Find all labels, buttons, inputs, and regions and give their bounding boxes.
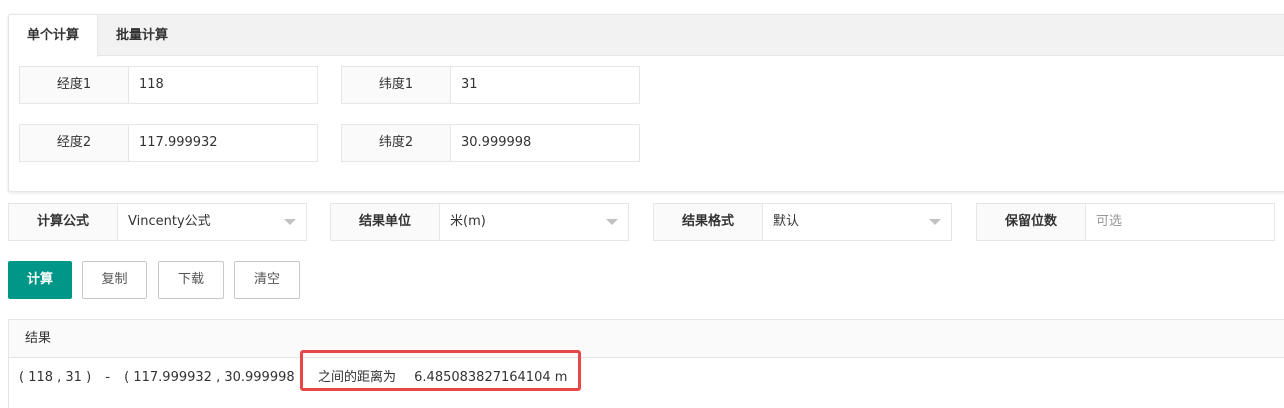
longitude-2-label: 经度2	[20, 125, 129, 161]
copy-button[interactable]: 复制	[82, 261, 147, 299]
longitude-1-label: 经度1	[20, 67, 129, 103]
decimals-label: 保留位数	[977, 204, 1086, 240]
unit-value[interactable]: 米(m)	[440, 204, 628, 240]
clear-button[interactable]: 清空	[234, 261, 300, 299]
latitude-1-input[interactable]: 31	[451, 67, 639, 103]
result-point-2: ( 117.999932 , 30.999998 )	[124, 370, 304, 385]
formula-value[interactable]: Vincenty公式	[118, 204, 306, 240]
longitude-1-input[interactable]: 118	[129, 67, 317, 103]
longitude-2-input[interactable]: 117.999932	[129, 125, 317, 161]
format-select[interactable]: 结果格式 默认	[653, 203, 952, 241]
result-panel: 结果 ( 118 , 31 ) - ( 117.999932 , 30.9999…	[8, 319, 1284, 408]
caret-down-icon[interactable]	[606, 219, 618, 225]
longitude-1-field: 经度1 118	[19, 66, 318, 104]
formula-select[interactable]: 计算公式 Vincenty公式	[8, 203, 307, 241]
caret-down-icon[interactable]	[284, 219, 296, 225]
tab-batch-calc[interactable]: 批量计算	[98, 15, 186, 56]
formula-label: 计算公式	[9, 204, 118, 240]
decimals-field: 保留位数 可选	[976, 203, 1275, 241]
decimals-input[interactable]: 可选	[1086, 204, 1274, 240]
unit-label: 结果单位	[331, 204, 440, 240]
result-point-1: ( 118 , 31 )	[19, 370, 92, 385]
result-separator: -	[105, 370, 111, 385]
download-button[interactable]: 下载	[158, 261, 224, 299]
latitude-2-input[interactable]: 30.999998	[451, 125, 639, 161]
result-title: 结果	[9, 320, 1284, 358]
calculate-button[interactable]: 计算	[8, 261, 72, 299]
unit-select[interactable]: 结果单位 米(m)	[330, 203, 629, 241]
caret-down-icon[interactable]	[929, 219, 941, 225]
latitude-2-field: 纬度2 30.999998	[341, 124, 640, 162]
result-highlight-box	[300, 350, 581, 391]
tab-bar: 单个计算 批量计算	[9, 15, 1284, 57]
latitude-1-label: 纬度1	[342, 67, 451, 103]
longitude-2-field: 经度2 117.999932	[19, 124, 318, 162]
latitude-1-field: 纬度1 31	[341, 66, 640, 104]
format-label: 结果格式	[654, 204, 763, 240]
format-value[interactable]: 默认	[763, 204, 951, 240]
tab-single-calc[interactable]: 单个计算	[9, 15, 99, 57]
latitude-2-label: 纬度2	[342, 125, 451, 161]
